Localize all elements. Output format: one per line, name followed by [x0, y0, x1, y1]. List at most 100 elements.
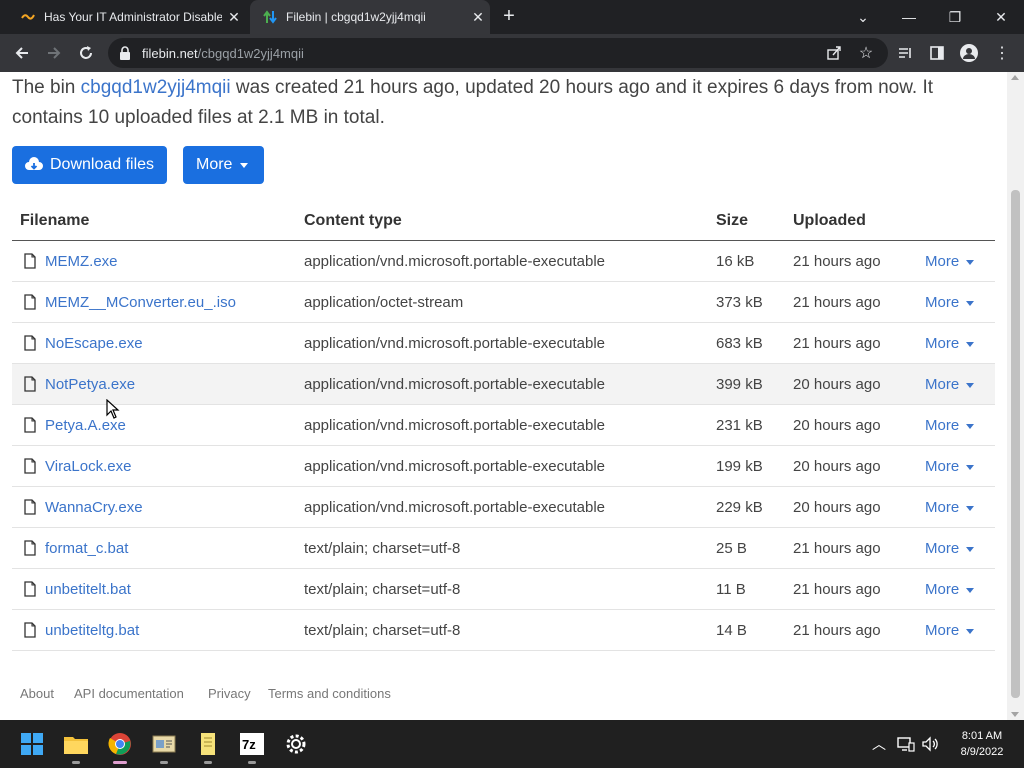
row-more-dropdown[interactable]: More [925, 458, 975, 475]
table-header: Filename Content type Size Uploaded [12, 200, 995, 241]
row-more-label: More [925, 458, 960, 475]
system-clock[interactable]: 8:01 AM 8/9/2022 [950, 728, 1014, 760]
scroll-up-arrow-icon[interactable] [1011, 75, 1019, 80]
footer-link-about[interactable]: About [20, 686, 54, 701]
file-name-link[interactable]: NoEscape.exe [45, 335, 143, 352]
file-icon [24, 335, 36, 351]
uploaded-cell: 21 hours ago [793, 253, 881, 270]
file-icon [24, 458, 36, 474]
file-name-link[interactable]: NotPetya.exe [45, 376, 135, 393]
lock-icon[interactable] [118, 45, 134, 61]
row-more-dropdown[interactable]: More [925, 417, 975, 434]
notes-icon[interactable] [192, 728, 224, 764]
download-files-button[interactable]: Download files [12, 146, 167, 184]
show-hidden-icons-icon[interactable]: ︿ [872, 720, 886, 768]
content-type-cell: application/octet-stream [304, 294, 464, 311]
content-type-cell: application/vnd.microsoft.portable-execu… [304, 253, 606, 270]
footer-link-terms[interactable]: Terms and conditions [268, 686, 391, 701]
column-header-uploaded: Uploaded [793, 212, 866, 229]
file-name-link[interactable]: MEMZ__MConverter.eu_.iso [45, 294, 236, 311]
table-row: ViraLock.exe application/vnd.microsoft.po… [12, 446, 995, 487]
more-dropdown-button[interactable]: More [183, 146, 264, 184]
row-more-dropdown[interactable]: More [925, 622, 975, 639]
windows-taskbar: 7z ︿ 8:01 AM 8/9/2022 [0, 720, 1024, 768]
row-more-dropdown[interactable]: More [925, 253, 975, 270]
restore-button[interactable]: ❐ [932, 0, 978, 34]
file-name-link[interactable]: unbetiteltg.bat [45, 622, 139, 639]
bookmark-star-icon[interactable]: ☆ [854, 41, 878, 65]
column-header-content-type: Content type [304, 212, 402, 229]
content-type-cell: application/vnd.microsoft.portable-execu… [304, 335, 606, 352]
clock-time: 8:01 AM [961, 730, 1003, 742]
start-icon[interactable] [16, 728, 48, 760]
reading-list-icon[interactable] [893, 41, 917, 65]
caret-down-icon [966, 464, 975, 470]
summary-text: The bin [12, 77, 81, 98]
settings-icon[interactable] [280, 728, 312, 760]
file-name-link[interactable]: format_c.bat [45, 540, 128, 557]
row-more-dropdown[interactable]: More [925, 581, 975, 598]
file-explorer-icon[interactable] [60, 728, 92, 764]
uploaded-cell: 21 hours ago [793, 540, 881, 557]
scrollbar-thumb[interactable] [1011, 190, 1020, 698]
address-bar[interactable]: filebin.net/cbgqd1w2yjj4mqii [108, 38, 888, 68]
size-cell: 14 B [716, 622, 747, 639]
file-name-link[interactable]: MEMZ.exe [45, 253, 118, 270]
volume-icon[interactable] [921, 720, 939, 768]
tab-search-chevron-icon[interactable]: ⌄ [840, 0, 886, 34]
network-icon[interactable] [897, 720, 915, 768]
file-name-link[interactable]: ViraLock.exe [45, 458, 131, 475]
footer-link-privacy[interactable]: Privacy [208, 686, 251, 701]
new-tab-button[interactable]: + [497, 5, 521, 29]
size-cell: 231 kB [716, 417, 763, 434]
notepad-icon[interactable] [148, 728, 180, 764]
row-more-label: More [925, 622, 960, 639]
url-text: filebin.net/cbgqd1w2yjj4mqii [142, 46, 304, 61]
file-name-link[interactable]: Petya.A.exe [45, 417, 126, 434]
file-name-link[interactable]: WannaCry.exe [45, 499, 143, 516]
caret-down-icon [966, 505, 975, 511]
reload-icon[interactable] [74, 41, 98, 65]
row-more-dropdown[interactable]: More [925, 499, 975, 516]
page-scrollbar[interactable] [1007, 72, 1024, 720]
file-name-link[interactable]: unbetitelt.bat [45, 581, 131, 598]
file-icon [24, 253, 36, 269]
share-icon[interactable] [822, 41, 846, 65]
bin-id-link[interactable]: cbgqd1w2yjj4mqii [81, 77, 231, 98]
row-more-dropdown[interactable]: More [925, 335, 975, 352]
uploaded-cell: 20 hours ago [793, 458, 881, 475]
scroll-down-arrow-icon[interactable] [1011, 712, 1019, 717]
7zip-icon[interactable]: 7z [236, 728, 268, 764]
row-more-label: More [925, 294, 960, 311]
row-more-label: More [925, 581, 960, 598]
table-row: format_c.bat text/plain; charset=utf-8 25 … [12, 528, 995, 569]
footer-link-api-documentation[interactable]: API documentation [74, 686, 184, 701]
tab-it-administrator[interactable]: Has Your IT Administrator Disable ✕ [8, 0, 246, 34]
download-files-label: Download files [50, 156, 155, 173]
row-more-dropdown[interactable]: More [925, 540, 975, 557]
file-icon [24, 581, 36, 597]
forward-arrow-icon[interactable] [42, 41, 66, 65]
menu-kebab-icon[interactable]: ⋮ [990, 41, 1014, 65]
side-panel-icon[interactable] [925, 41, 949, 65]
table-row: Petya.A.exe application/vnd.microsoft.por… [12, 405, 995, 446]
close-tab-icon[interactable]: ✕ [466, 9, 490, 26]
close-window-button[interactable]: ✕ [978, 0, 1024, 34]
content-type-cell: text/plain; charset=utf-8 [304, 622, 461, 639]
site-favicon-icon [20, 9, 36, 25]
row-more-dropdown[interactable]: More [925, 376, 975, 393]
running-indicator [204, 761, 212, 764]
minimize-button[interactable]: — [886, 0, 932, 34]
tab-filebin[interactable]: Filebin | cbgqd1w2yjj4mqii ✕ [250, 0, 490, 34]
content-type-cell: application/vnd.microsoft.portable-execu… [304, 417, 606, 434]
uploaded-cell: 21 hours ago [793, 294, 881, 311]
profile-avatar-icon[interactable] [957, 41, 981, 65]
bin-summary: The bin cbgqd1w2yjj4mqii was created 21 … [12, 73, 962, 133]
mouse-pointer-icon [106, 399, 120, 419]
close-tab-icon[interactable]: ✕ [222, 9, 246, 26]
table-row: NotPetya.exe application/vnd.microsoft.po… [12, 364, 995, 405]
back-arrow-icon[interactable] [10, 41, 34, 65]
chrome-icon[interactable] [104, 728, 136, 764]
uploaded-cell: 21 hours ago [793, 622, 881, 639]
row-more-dropdown[interactable]: More [925, 294, 975, 311]
